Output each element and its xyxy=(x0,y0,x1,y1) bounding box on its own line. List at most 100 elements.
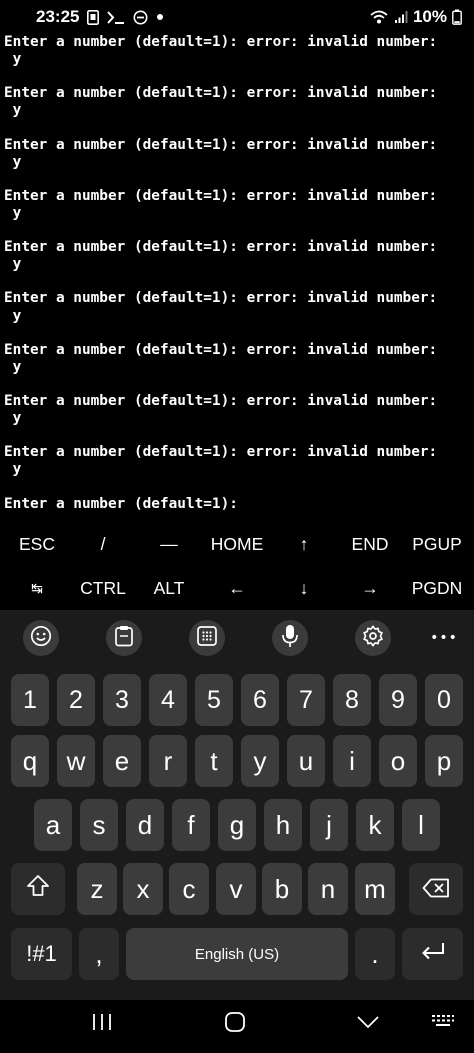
key-3[interactable]: 3 xyxy=(103,674,141,726)
do-not-disturb-icon xyxy=(133,10,148,25)
arrow-down-key[interactable]: ↓ xyxy=(272,566,336,610)
extra-keys-row-2: ↹ CTRL ALT ← ↓ → PGDN xyxy=(0,566,474,610)
clipboard-button[interactable] xyxy=(106,620,142,656)
terminal-line: y xyxy=(4,256,22,273)
recent-apps-button[interactable] xyxy=(80,1008,124,1040)
terminal-line: Enter a number (default=1): error: inval… xyxy=(4,239,438,256)
key-s[interactable]: s xyxy=(80,799,118,851)
key-k[interactable]: k xyxy=(356,799,394,851)
enter-key[interactable] xyxy=(402,928,463,980)
arrow-right-key[interactable]: → xyxy=(336,566,404,610)
ctrl-key[interactable]: CTRL xyxy=(70,566,136,610)
comma-key[interactable]: , xyxy=(79,928,119,980)
key-t[interactable]: t xyxy=(195,735,233,787)
pgup-key[interactable]: PGUP xyxy=(404,522,470,566)
key-a[interactable]: a xyxy=(34,799,72,851)
battery-icon xyxy=(452,9,462,25)
key-m[interactable]: m xyxy=(355,863,395,915)
key-c[interactable]: c xyxy=(169,863,209,915)
terminal-output[interactable]: Enter a number (default=1): error: inval… xyxy=(0,34,474,522)
alt-key[interactable]: ALT xyxy=(136,566,202,610)
esc-key[interactable]: ESC xyxy=(4,522,70,566)
key-8[interactable]: 8 xyxy=(333,674,371,726)
backspace-key[interactable] xyxy=(409,863,463,915)
key-7[interactable]: 7 xyxy=(287,674,325,726)
symbols-key[interactable]: !#1 xyxy=(11,928,72,980)
key-x[interactable]: x xyxy=(123,863,163,915)
key-r[interactable]: r xyxy=(149,735,187,787)
microphone-icon xyxy=(281,624,299,652)
key-d[interactable]: d xyxy=(126,799,164,851)
shift-key[interactable] xyxy=(11,863,65,915)
end-key[interactable]: END xyxy=(336,522,404,566)
emoji-icon xyxy=(30,625,52,651)
key-l[interactable]: l xyxy=(402,799,440,851)
key-f[interactable]: f xyxy=(172,799,210,851)
key-y[interactable]: y xyxy=(241,735,279,787)
keyboard-settings-button[interactable] xyxy=(355,620,391,656)
home-key[interactable]: HOME xyxy=(202,522,272,566)
key-g[interactable]: g xyxy=(218,799,256,851)
terminal-line: Enter a number (default=1): error: inval… xyxy=(4,444,438,461)
key-n[interactable]: n xyxy=(308,863,348,915)
keyboard-switch-icon xyxy=(431,1013,455,1035)
terminal-line: Enter a number (default=1): error: inval… xyxy=(4,136,438,153)
key-9[interactable]: 9 xyxy=(379,674,417,726)
terminal-line: y xyxy=(4,410,22,427)
key-1[interactable]: 1 xyxy=(11,674,49,726)
pgdn-key[interactable]: PGDN xyxy=(404,566,470,610)
terminal-line: y xyxy=(4,102,22,119)
terminal-line: Enter a number (default=1): xyxy=(4,495,238,512)
arrow-left-key[interactable]: ← xyxy=(202,566,272,610)
key-w[interactable]: w xyxy=(57,735,95,787)
wifi-icon xyxy=(369,9,389,25)
keyboard-toolbar: ••• xyxy=(0,610,474,666)
voice-input-button[interactable] xyxy=(272,620,308,656)
home-icon xyxy=(224,1011,246,1037)
key-e[interactable]: e xyxy=(103,735,141,787)
arrow-up-key[interactable]: ↑ xyxy=(272,522,336,566)
key-5[interactable]: 5 xyxy=(195,674,233,726)
dash-key[interactable]: — xyxy=(136,522,202,566)
terminal-line: Enter a number (default=1): error: inval… xyxy=(4,341,438,358)
keyboard-switch-button[interactable] xyxy=(421,1008,465,1040)
more-button[interactable]: ••• xyxy=(426,620,462,656)
tab-key[interactable]: ↹ xyxy=(4,566,70,610)
keypad-button[interactable] xyxy=(189,620,225,656)
key-u[interactable]: u xyxy=(287,735,325,787)
key-0[interactable]: 0 xyxy=(425,674,463,726)
key-b[interactable]: b xyxy=(262,863,302,915)
backspace-icon xyxy=(422,874,450,905)
status-bar: 23:25 10% xyxy=(0,0,474,34)
terminal-line: Enter a number (default=1): error: inval… xyxy=(4,290,438,307)
key-v[interactable]: v xyxy=(216,863,256,915)
key-j[interactable]: j xyxy=(310,799,348,851)
key-p[interactable]: p xyxy=(425,735,463,787)
space-key[interactable]: English (US) xyxy=(126,928,348,980)
key-o[interactable]: o xyxy=(379,735,417,787)
terminal-icon xyxy=(107,10,125,25)
terminal-line: y xyxy=(4,153,22,170)
key-q[interactable]: q xyxy=(11,735,49,787)
dot-icon xyxy=(156,13,164,21)
period-key[interactable]: . xyxy=(355,928,395,980)
key-2[interactable]: 2 xyxy=(57,674,95,726)
key-z[interactable]: z xyxy=(77,863,117,915)
key-h[interactable]: h xyxy=(264,799,302,851)
more-icon: ••• xyxy=(430,630,458,646)
key-6[interactable]: 6 xyxy=(241,674,279,726)
key-i[interactable]: i xyxy=(333,735,371,787)
back-icon xyxy=(356,1014,380,1034)
slash-key[interactable]: / xyxy=(70,522,136,566)
key-4[interactable]: 4 xyxy=(149,674,187,726)
clock: 23:25 xyxy=(36,7,80,26)
emoji-button[interactable] xyxy=(23,620,59,656)
back-button[interactable] xyxy=(346,1008,390,1040)
home-button[interactable] xyxy=(213,1008,257,1040)
battery-percent: 10% xyxy=(412,7,447,26)
